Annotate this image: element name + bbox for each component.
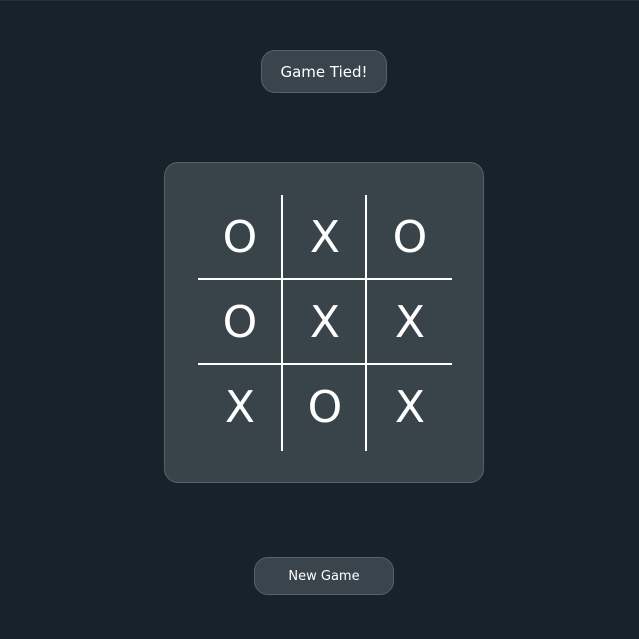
board-cell-1[interactable]: O <box>198 195 282 279</box>
board-cell-9[interactable]: X <box>368 365 452 449</box>
board-cell-4[interactable]: O <box>198 280 282 364</box>
new-game-button[interactable]: New Game <box>254 557 394 595</box>
board-cell-3[interactable]: O <box>368 195 452 279</box>
tic-tac-toe-grid: O X O O X X X O X <box>198 195 452 451</box>
board-cell-2[interactable]: X <box>283 195 367 279</box>
board-cell-8[interactable]: O <box>283 365 367 449</box>
board-cell-6[interactable]: X <box>368 280 452 364</box>
game-status-text: Game Tied! <box>280 62 368 81</box>
board-panel: O X O O X X X O X <box>164 162 484 483</box>
game-screen: Game Tied! O X O O X X X O X New Game <box>0 0 639 639</box>
board-cell-7[interactable]: X <box>198 365 282 449</box>
board-cell-5[interactable]: X <box>283 280 367 364</box>
game-status-badge: Game Tied! <box>261 50 387 93</box>
